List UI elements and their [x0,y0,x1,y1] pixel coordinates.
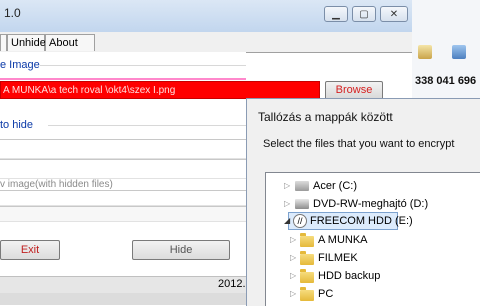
chevron-right-icon[interactable]: ▷ [284,177,290,195]
tab-hide[interactable] [0,34,7,51]
preview-area [0,190,246,206]
folder-tree[interactable] [265,172,480,306]
image-path-input[interactable]: A MUNKA\a tech roval \okt4\szex I.png [0,81,320,99]
external-drive-icon: // [293,214,307,228]
close-button[interactable]: ✕ [380,6,408,22]
folder-icon [300,269,314,283]
window-title: 1.0 [4,6,21,20]
status-text: 2012. [218,278,246,290]
tab-unhide[interactable]: Unhide [7,34,46,51]
group-label-hide: to hide [0,119,34,131]
preview-checkbox-label[interactable]: v image(with hidden files) [0,179,113,190]
chevron-right-icon[interactable]: ▷ [290,285,296,303]
hide-button[interactable]: Hide [132,240,230,260]
dialog-prompt: Select the files that you want to encryp… [263,138,455,150]
highlight-line [0,78,246,80]
status-bar [0,276,246,294]
toolbar-icon[interactable] [452,45,466,59]
file-list-row[interactable] [0,139,246,159]
chevron-right-icon[interactable]: ▷ [284,195,290,213]
maximize-icon: ▢ [359,8,369,20]
drive-icon [295,181,309,191]
chevron-right-icon[interactable]: ▷ [290,267,296,285]
progress-bar [0,206,246,222]
group-divider [48,125,246,126]
folder-icon [300,287,314,301]
folder-icon [300,233,314,247]
maximize-button[interactable]: ▢ [352,6,376,22]
dialog-title: Tallózás a mappák között [258,110,393,124]
bottom-bar [0,293,246,305]
minimize-button[interactable]: ▁ [324,6,348,22]
group-label-image: e Image [0,59,40,71]
minimize-icon: ▁ [332,8,340,20]
dvd-drive-icon [295,199,309,209]
toolbar-icon[interactable] [418,45,432,59]
group-divider [40,65,246,66]
file-list-row[interactable] [0,159,246,179]
chevron-right-icon[interactable]: ▷ [290,249,296,267]
tab-about-me[interactable]: About Me [45,34,95,65]
chevron-down-icon[interactable]: ◢ [284,212,290,230]
chevron-right-icon[interactable]: ▷ [290,231,296,249]
folder-icon [300,251,314,265]
phone-number-text: 338 041 696 [415,75,477,87]
exit-button[interactable]: Exit [0,240,60,260]
close-icon: ✕ [389,8,399,20]
main-window-titlebar [0,0,412,32]
